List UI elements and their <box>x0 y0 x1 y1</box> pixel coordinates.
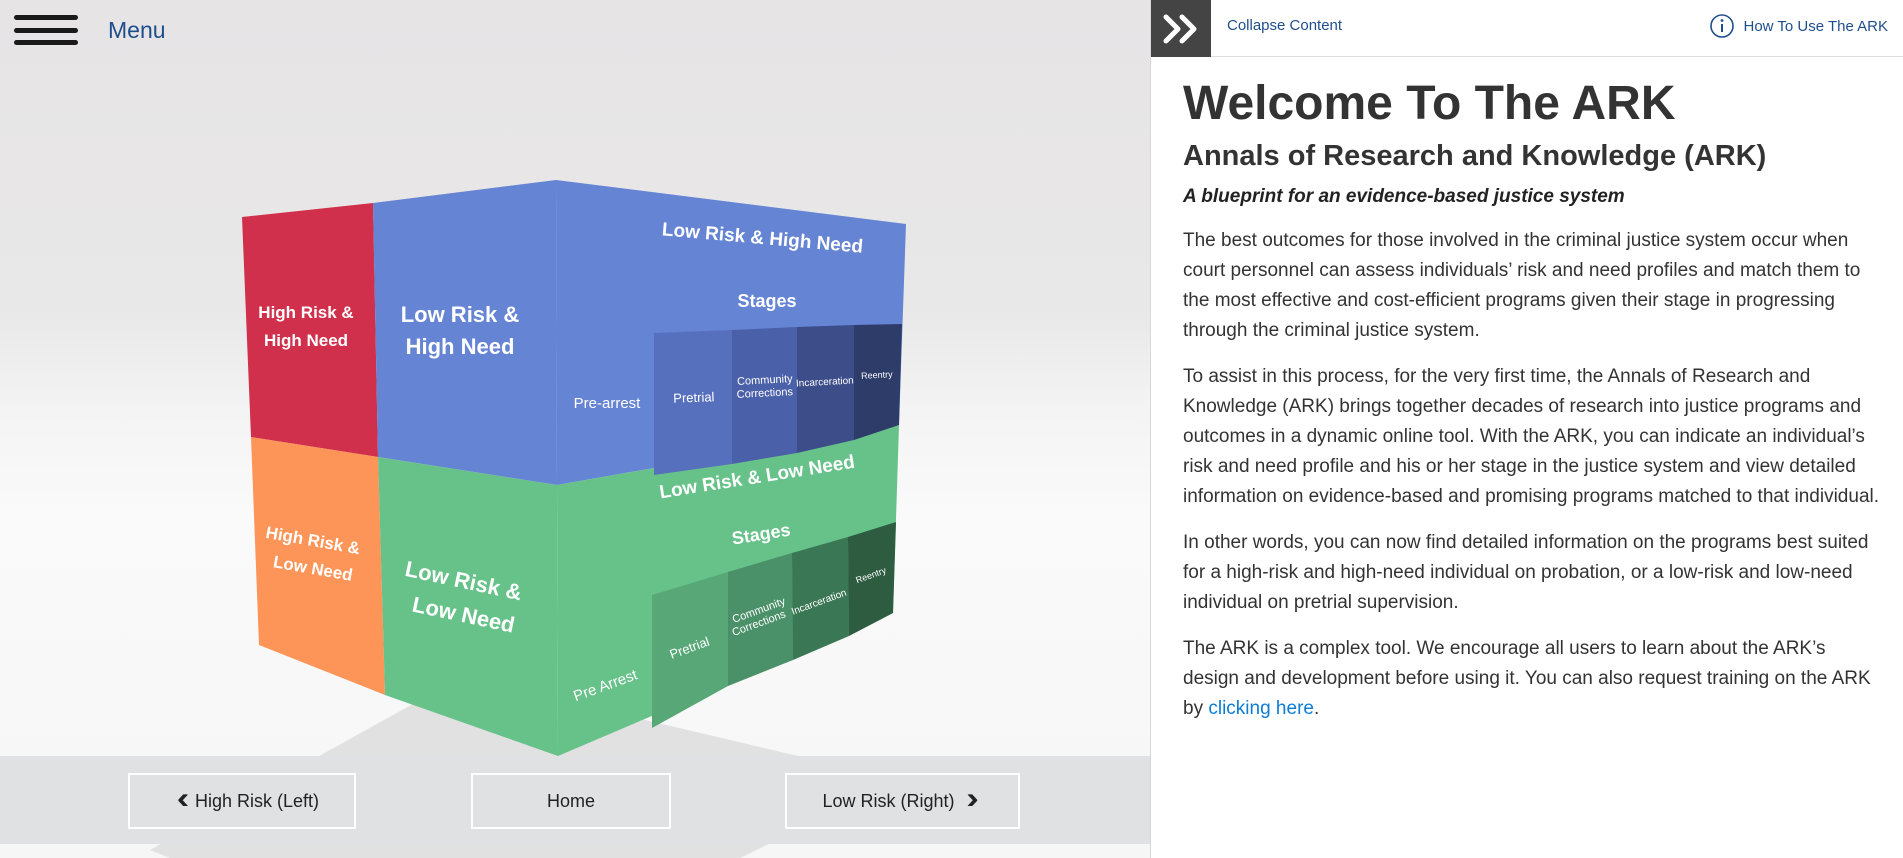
double-chevron-left-icon: ‹‹ <box>176 782 189 815</box>
menu-label[interactable]: Menu <box>108 17 166 44</box>
stage-cell-reentry-top[interactable] <box>854 324 902 440</box>
double-chevron-right-icon: ›› <box>966 782 979 815</box>
how-to-use-link[interactable]: How To Use The ARK <box>1709 13 1888 39</box>
top-stage-label-0: Pre-arrest <box>574 395 642 412</box>
top-stage-label-1: Pretrial <box>673 389 715 405</box>
side-top-stages-label: Stages <box>737 291 796 311</box>
paragraph-2: To assist in this process, for the very … <box>1183 366 1880 507</box>
page-subtitle: Annals of Research and Knowledge (ARK) <box>1183 140 1767 172</box>
how-to-use-label: How To Use The ARK <box>1743 17 1888 35</box>
high-risk-left-button[interactable]: ‹‹ High Risk (Left) <box>128 773 356 829</box>
bottom-nav-bar: ‹‹ High Risk (Left) Home Low Risk (Right… <box>0 756 1150 844</box>
collapse-toggle-button[interactable] <box>1151 0 1211 57</box>
low-risk-right-button[interactable]: Low Risk (Right) ›› <box>785 773 1020 829</box>
panel-body: Welcome To The ARK Annals of Research an… <box>1183 74 1883 724</box>
tagline: A blueprint for an evidence-based justic… <box>1183 186 1625 207</box>
ark-cube[interactable]: High Risk & High Need Low Risk & High Ne… <box>0 0 1150 858</box>
home-button[interactable]: Home <box>471 773 671 829</box>
collapse-content-link[interactable]: Collapse Content <box>1227 17 1342 34</box>
paragraph-3: In other words, you can now find detaile… <box>1183 532 1869 613</box>
top-stage-label-4: Reentry <box>861 369 893 381</box>
high-risk-left-label: High Risk (Left) <box>194 790 319 811</box>
face-high-risk-high-need[interactable] <box>242 203 378 457</box>
panel-header: Collapse Content How To Use The ARK <box>1151 0 1903 57</box>
paragraph-4: The ARK is a complex tool. We encourage … <box>1183 634 1883 724</box>
double-chevron-right-icon <box>1163 14 1197 43</box>
menu-button[interactable]: Menu <box>14 12 166 48</box>
training-request-link[interactable]: clicking here <box>1208 698 1314 719</box>
content-panel: Collapse Content How To Use The ARK Welc… <box>1150 0 1903 858</box>
label-high-high-1: High Risk & <box>258 303 353 322</box>
label-low-high-1: Low Risk & <box>401 302 520 327</box>
low-risk-right-label: Low Risk (Right) <box>822 790 955 811</box>
info-icon <box>1710 14 1735 38</box>
cube-viewer[interactable]: High Risk & High Need Low Risk & High Ne… <box>0 0 1150 858</box>
hamburger-icon[interactable] <box>14 12 78 48</box>
face-low-risk-high-need[interactable] <box>373 180 557 485</box>
label-low-high-2: High Need <box>406 334 515 359</box>
label-high-high-2: High Need <box>264 331 348 350</box>
home-label: Home <box>546 790 595 811</box>
paragraph-4-end: . <box>1313 698 1320 719</box>
paragraph-1: The best outcomes for those involved in … <box>1183 230 1861 341</box>
page-title: Welcome To The ARK <box>1183 77 1676 130</box>
